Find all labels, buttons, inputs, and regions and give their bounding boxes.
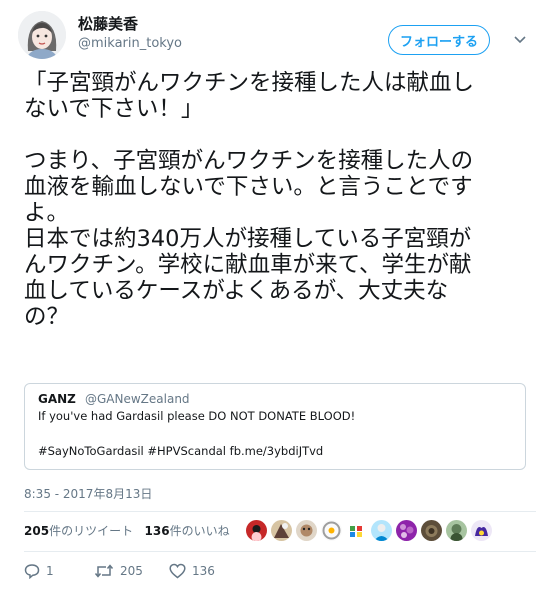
retweet-action-count: 205 [120, 564, 143, 578]
tweet-line: 「子宮頸がんワクチンを接種した人は献血し [24, 70, 475, 96]
quoted-handle: @GANewZealand [85, 392, 190, 406]
follow-button[interactable]: フォローする [388, 25, 490, 55]
display-name[interactable]: 松藤美香 [78, 13, 138, 34]
tweet-line: んワクチン。学校に献血車が来て、学生が献 [24, 252, 472, 278]
liker-avatar[interactable] [321, 520, 342, 541]
user-handle[interactable]: @mikarin_tokyo [78, 36, 182, 51]
tweet-line: つまり、子宮頸がんワクチンを接種した人の [24, 148, 474, 174]
like-action-count: 136 [192, 564, 215, 578]
liker-avatar[interactable] [471, 520, 492, 541]
quoted-text: If you've had Gardasil please DO NOT DON… [38, 409, 356, 423]
liker-avatar[interactable] [271, 520, 292, 541]
liker-avatars [246, 520, 492, 542]
reply-count: 1 [46, 564, 54, 578]
divider [24, 511, 536, 512]
liker-avatar[interactable] [246, 520, 267, 541]
engagement-stats: 205件のリツイート 136件のいいね [24, 522, 230, 539]
tweet-text: 「子宮頸がんワクチンを接種した人は献血し ないで下さい！」 つまり、子宮頸がんワ… [24, 70, 536, 330]
tweet-line: 血液を輸血しないで下さい。と言うことです [24, 174, 473, 200]
like-label[interactable]: 件のいいね [170, 524, 230, 538]
avatar-illustration [18, 11, 66, 59]
retweet-count[interactable]: 205 [24, 524, 49, 538]
quoted-display-name: GANZ [38, 392, 76, 406]
liker-avatar[interactable] [421, 520, 442, 541]
tweet-line: 血しているケースがよくあるが、大丈夫な [24, 278, 449, 304]
liker-avatar[interactable] [396, 520, 417, 541]
tweet-line: 日本では約340万人が接種している子宮頸が [24, 226, 472, 252]
liker-avatar[interactable] [446, 520, 467, 541]
liker-avatar[interactable] [346, 520, 367, 541]
liker-avatar[interactable] [371, 520, 392, 541]
liker-avatar[interactable] [296, 520, 317, 541]
tweet-line: よ。 [24, 200, 70, 226]
chevron-down-icon [514, 36, 526, 44]
like-button[interactable]: 136 [169, 563, 215, 579]
heart-icon [169, 563, 186, 579]
reply-icon [24, 564, 40, 579]
timestamp[interactable]: 8:35 - 2017年8月13日 [24, 485, 152, 502]
retweet-icon [94, 564, 114, 578]
tweet-header: 松藤美香 @mikarin_tokyo フォローする [0, 0, 549, 64]
retweet-label[interactable]: 件のリツイート [49, 524, 133, 538]
quoted-hashtags: #SayNoToGardasil #HPVScandal fb.me/3ybdi… [38, 444, 324, 458]
avatar[interactable] [18, 11, 66, 59]
more-menu-button[interactable] [508, 28, 532, 52]
reply-button[interactable]: 1 [24, 563, 54, 579]
tweet-line: ないで下さい！」 [24, 96, 204, 122]
like-count[interactable]: 136 [145, 524, 170, 538]
divider [24, 551, 536, 552]
retweet-button[interactable]: 205 [94, 563, 143, 579]
quoted-tweet[interactable]: GANZ @GANewZealand If you've had Gardasi… [24, 383, 526, 470]
tweet-line: の？ [24, 304, 70, 330]
